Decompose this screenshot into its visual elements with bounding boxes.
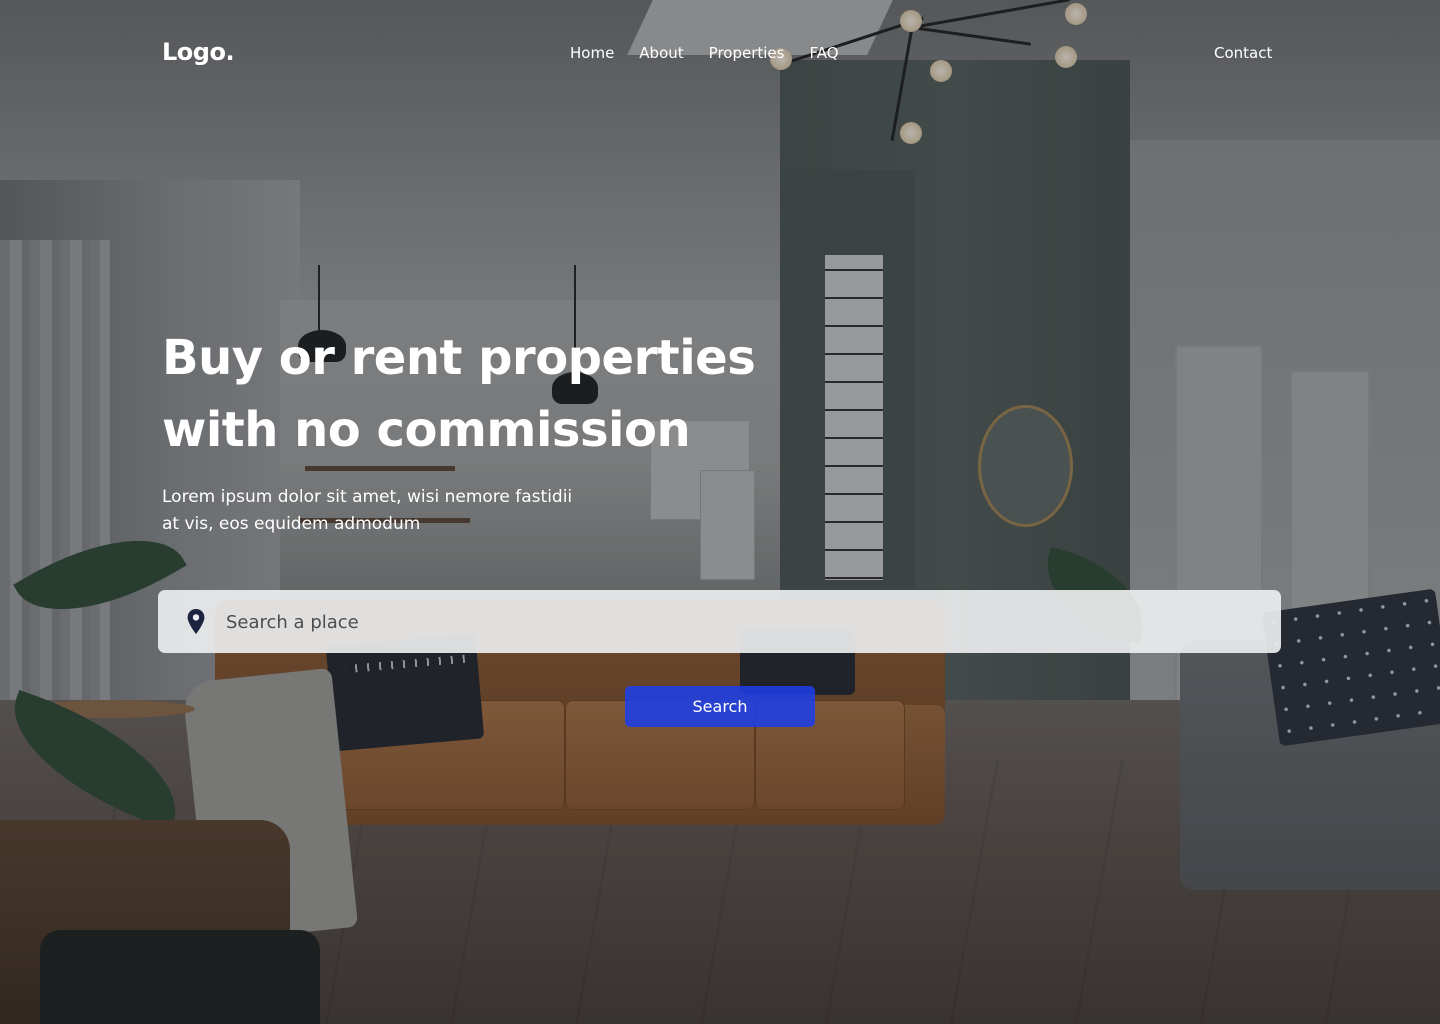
hero-subtitle-line: at vis, eos equidem admodum	[162, 514, 421, 534]
hero-subtitle-line: Lorem ipsum dolor sit amet, wisi nemore …	[162, 487, 573, 507]
hero-title: Buy or rent properties with no commissio…	[162, 322, 782, 466]
site-header: Logo. Home About Properties FAQ Contact	[0, 0, 1440, 108]
logo[interactable]: Logo.	[162, 38, 235, 66]
search-button[interactable]: Search	[625, 686, 815, 727]
hero-title-line: with no commission	[162, 402, 691, 458]
main-nav: Home About Properties FAQ	[570, 44, 839, 62]
search-input[interactable]	[226, 605, 1256, 639]
hero-subtitle: Lorem ipsum dolor sit amet, wisi nemore …	[162, 484, 632, 538]
nav-link-contact[interactable]: Contact	[1214, 44, 1272, 62]
hero-title-line: Buy or rent properties	[162, 330, 756, 386]
nav-link-about[interactable]: About	[639, 44, 683, 62]
location-pin-icon	[187, 609, 205, 634]
nav-link-home[interactable]: Home	[570, 44, 614, 62]
nav-link-faq[interactable]: FAQ	[809, 44, 838, 62]
nav-link-properties[interactable]: Properties	[709, 44, 785, 62]
